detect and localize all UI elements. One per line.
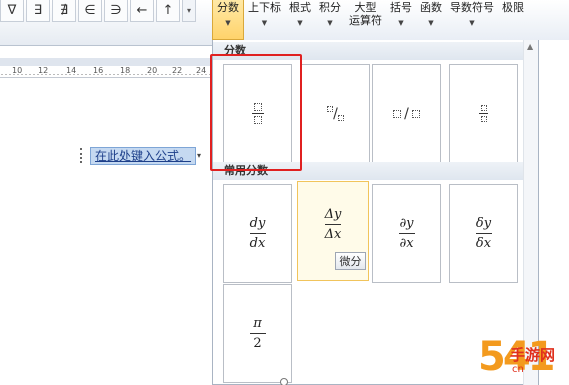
numerator: Δy [324, 206, 342, 222]
chevron-down-icon: ▼ [469, 19, 475, 27]
equation-handle[interactable] [80, 148, 88, 163]
chevron-down-icon: ▼ [297, 19, 303, 27]
tab-label: 根式 [289, 1, 311, 14]
pi-over-2-fraction: π 2 [249, 316, 266, 351]
tab-accent[interactable]: 导数符号 ▼ [446, 0, 498, 40]
symbol-button-up-arrow[interactable]: ↑ [156, 0, 180, 22]
tab-label: 导数符号 [450, 1, 494, 14]
tab-label: 上下标 [248, 1, 281, 14]
symbol-button-left-arrow[interactable]: ← [130, 0, 154, 22]
denominator: dx [249, 236, 266, 251]
equation-container[interactable]: 在此处键入公式。 ▾ [80, 146, 210, 165]
chevron-down-icon: ▼ [428, 19, 434, 27]
symbol-row: ∇ ∃ ∄ ∈ ∋ ← ↑ ▾ [0, 0, 196, 22]
equation-structures-ribbon: 分数 ▼ 上下标 ▼ 根式 ▼ 积分 ▼ 大型 运算符 括号 ▼ 函数 ▼ 导数… [212, 0, 569, 40]
tooltip-differential: 微分 [335, 252, 366, 270]
tab-label: 分数 [217, 1, 239, 14]
tile-dy-dx[interactable]: dy dx [223, 184, 292, 283]
watermark-text: 手游网 [510, 346, 556, 364]
highlight-annotation [210, 54, 302, 171]
chevron-down-icon: ▼ [327, 19, 333, 27]
tab-label-line2: 运算符 [349, 14, 382, 27]
denominator: 2 [253, 336, 262, 351]
denominator: Δx [324, 226, 342, 242]
tile-pi-over-2[interactable]: π 2 [223, 284, 292, 383]
tab-large-operator[interactable]: 大型 运算符 [345, 0, 386, 40]
symbol-button-not-exists[interactable]: ∄ [52, 0, 76, 22]
symbols-ribbon: ∇ ∃ ∄ ∈ ∋ ← ↑ ▾ [0, 0, 212, 46]
tab-integral[interactable]: 积分 ▼ [315, 0, 345, 40]
tile-skewed-fraction[interactable]: / [301, 64, 370, 163]
small-delta-fraction: δy δx [475, 216, 492, 251]
tab-script[interactable]: 上下标 ▼ [244, 0, 285, 40]
denominator: ∂x [399, 236, 414, 251]
watermark-logo: 541 手游网 cn [478, 328, 569, 385]
tile-linear-fraction[interactable]: / [372, 64, 441, 163]
tab-radical[interactable]: 根式 ▼ [285, 0, 315, 40]
numerator: ∂y [399, 216, 414, 231]
tab-label: 函数 [420, 1, 442, 14]
symbol-button-contains[interactable]: ∋ [104, 0, 128, 22]
chevron-down-icon: ▼ [398, 19, 404, 27]
delta-fraction: Δy Δx [324, 206, 342, 242]
equation-options-icon[interactable]: ▾ [197, 151, 201, 160]
tile-partial-y-partial-x[interactable]: ∂y ∂x [372, 184, 441, 283]
tab-fraction[interactable]: 分数 ▼ [212, 0, 244, 40]
tab-label: 积分 [319, 1, 341, 14]
denominator: δx [475, 236, 492, 251]
symbol-button-element-of[interactable]: ∈ [78, 0, 102, 22]
numerator: δy [475, 216, 492, 231]
linear-fraction-icon: / [393, 106, 420, 122]
slash-glyph: / [404, 105, 409, 122]
horizontal-ruler[interactable]: 10 12 14 16 18 20 22 24 [0, 66, 212, 78]
tab-label: 括号 [390, 1, 412, 14]
symbol-button-nabla[interactable]: ∇ [0, 0, 24, 22]
chevron-down-icon: ▼ [261, 19, 268, 27]
tab-bracket[interactable]: 括号 ▼ [386, 0, 416, 40]
skewed-fraction-icon: / [327, 105, 344, 122]
equation-input[interactable]: 在此处键入公式。 [90, 146, 197, 165]
tab-label: 大型 [354, 1, 377, 14]
tab-label: 极限 [502, 1, 524, 14]
ruler-shade [0, 58, 212, 66]
tab-function[interactable]: 函数 ▼ [416, 0, 446, 40]
numerator: π [253, 316, 262, 331]
resize-grip-icon[interactable] [280, 378, 288, 385]
symbol-button-exists[interactable]: ∃ [26, 0, 50, 22]
dy-dx-fraction: dy dx [249, 216, 266, 251]
tab-limit[interactable]: 极限 [498, 0, 528, 40]
ruler-ticks [0, 73, 212, 76]
scroll-up-icon[interactable]: ▲ [527, 42, 533, 51]
partial-fraction: ∂y ∂x [398, 216, 415, 251]
numerator: dy [249, 216, 266, 231]
watermark-url: cn [512, 364, 524, 375]
small-fraction-icon [479, 105, 488, 122]
tile-small-fraction[interactable] [449, 64, 518, 163]
tile-small-delta-fraction[interactable]: δy δx [449, 184, 518, 283]
scroll-down-icon[interactable]: ▾ [182, 0, 196, 22]
chevron-down-icon: ▼ [225, 19, 231, 27]
